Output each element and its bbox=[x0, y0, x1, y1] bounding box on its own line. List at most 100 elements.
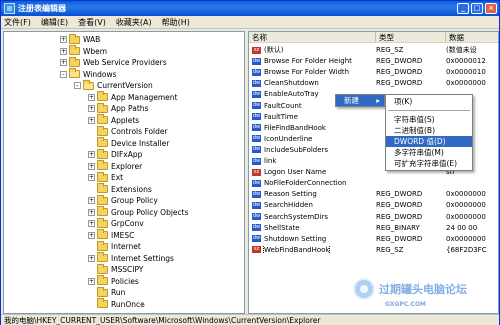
tree-item[interactable]: + Web Service Providers bbox=[60, 56, 167, 68]
value-name: ShellState bbox=[264, 223, 300, 232]
close-button[interactable]: × bbox=[485, 3, 497, 14]
tree-item[interactable]: + GrpConv bbox=[88, 217, 144, 229]
menu-file[interactable]: 文件(F) bbox=[4, 17, 31, 28]
value-row[interactable]: dw Browse For Folder Height REG_DWORD 0x000… bbox=[249, 56, 498, 66]
expand-icon[interactable]: + bbox=[88, 162, 95, 170]
expand-icon[interactable]: + bbox=[88, 116, 95, 124]
value-data: 0x0000000 bbox=[446, 190, 486, 199]
expand-icon[interactable]: + bbox=[88, 105, 95, 112]
watermark-text: 过期罐头电脑论坛 bbox=[379, 283, 467, 296]
collapse-icon[interactable]: - bbox=[60, 70, 67, 78]
tree-item[interactable]: + Internet Settings bbox=[88, 252, 174, 264]
submenu-item[interactable]: 可扩充字符串值(E) bbox=[386, 158, 472, 169]
title-bar[interactable]: 注册表编辑器 _ □ × bbox=[1, 1, 499, 16]
folder-icon bbox=[97, 194, 108, 205]
expand-icon[interactable]: + bbox=[88, 151, 95, 158]
value-type: REG_DWORD bbox=[376, 234, 423, 243]
value-data: {68F2D3FC bbox=[446, 245, 487, 254]
column-header-data[interactable]: 数据 bbox=[446, 32, 498, 43]
tree-item[interactable]: Extensions bbox=[88, 183, 152, 195]
key-tree-pane[interactable]: + WAB + Wbem + Web Service Providers - Windows -… bbox=[3, 31, 245, 314]
value-data: 0x0000000 bbox=[446, 212, 486, 221]
tree-item[interactable]: + Policies bbox=[88, 275, 139, 287]
binary-value-icon: dw bbox=[252, 157, 261, 165]
tree-item-label: Wbem bbox=[83, 46, 108, 56]
maximize-button[interactable]: □ bbox=[471, 3, 483, 14]
tree-item[interactable]: + DIFxApp bbox=[88, 148, 142, 160]
minimize-button[interactable]: _ bbox=[457, 3, 469, 14]
value-row[interactable]: sz (默认) REG_SZ (数值未设 bbox=[249, 45, 498, 55]
expand-icon[interactable]: + bbox=[88, 208, 95, 216]
tree-item[interactable]: + Applets bbox=[88, 114, 139, 126]
collapse-icon[interactable]: - bbox=[74, 82, 81, 89]
tree-item-label: Group Policy Objects bbox=[111, 207, 189, 217]
tree-item[interactable]: Controls Folder bbox=[88, 125, 168, 137]
tree-item[interactable]: Internet bbox=[88, 240, 141, 252]
value-row[interactable]: dw CleanShutdown REG_DWORD 0x0000000 bbox=[249, 78, 498, 88]
expand-icon[interactable]: + bbox=[88, 93, 95, 101]
tree-item[interactable]: - CurrentVersion bbox=[74, 79, 153, 91]
binary-value-icon: dw bbox=[252, 190, 261, 198]
expand-icon[interactable]: + bbox=[88, 277, 95, 285]
tree-item-label: App Paths bbox=[111, 104, 149, 113]
binary-value-icon: dw bbox=[252, 213, 261, 220]
context-menu-new[interactable]: 新建 ▸ bbox=[336, 95, 384, 106]
submenu-item[interactable]: 二进制值(B) bbox=[386, 125, 472, 136]
expand-icon[interactable]: + bbox=[88, 220, 95, 227]
menu-favorites[interactable]: 收藏夹(A) bbox=[116, 17, 152, 28]
tree-item[interactable]: + WAB bbox=[60, 33, 100, 45]
tree-item[interactable]: MSSCIPY bbox=[88, 263, 143, 275]
expand-icon[interactable]: + bbox=[88, 254, 95, 262]
expand-icon[interactable]: + bbox=[88, 174, 95, 181]
tree-item[interactable]: + IMESC bbox=[88, 229, 134, 241]
menu-help[interactable]: 帮助(H) bbox=[162, 17, 190, 28]
value-row[interactable]: dw ShellState REG_BINARY 24 00 00 bbox=[249, 223, 498, 233]
tree-item[interactable]: Run bbox=[88, 286, 125, 298]
value-row[interactable]: dw Reason Setting REG_DWORD 0x0000000 bbox=[249, 189, 498, 199]
tree-item-label: Policies bbox=[111, 276, 139, 286]
column-header-name[interactable]: 名称 bbox=[249, 32, 376, 43]
menu-edit[interactable]: 编辑(E) bbox=[41, 17, 68, 28]
tree-item[interactable]: + Group Policy bbox=[88, 194, 158, 206]
value-name: FileFindBandHook bbox=[264, 123, 326, 132]
tree-item-label: Controls Folder bbox=[111, 127, 168, 136]
folder-icon bbox=[83, 79, 94, 90]
tree-item[interactable]: Device Installer bbox=[88, 137, 170, 149]
value-row[interactable]: sz WebFindBandHook REG_SZ {68F2D3FC bbox=[249, 245, 498, 255]
expand-icon[interactable]: + bbox=[60, 36, 67, 43]
tree-item[interactable]: - Windows bbox=[60, 68, 116, 80]
value-row[interactable]: dw NoFileFolderConnection bbox=[249, 178, 498, 188]
value-row[interactable]: dw Shutdown Setting REG_DWORD 0x0000000 bbox=[249, 234, 498, 244]
regedit-icon bbox=[4, 3, 15, 14]
expand-icon[interactable]: + bbox=[60, 59, 67, 66]
tree-item[interactable]: + App Management bbox=[88, 91, 177, 103]
binary-value-icon: dw bbox=[252, 179, 261, 187]
menu-view[interactable]: 查看(V) bbox=[78, 17, 106, 28]
values-list-pane[interactable]: 名称 类型 数据 sz (默认) REG_SZ (数值未设 dw Browse For F… bbox=[248, 31, 499, 314]
value-row[interactable]: dw SearchSystemDirs REG_DWORD 0x0000000 bbox=[249, 212, 498, 222]
value-name: Shutdown Setting bbox=[264, 234, 327, 243]
tree-item[interactable]: + Group Policy Objects bbox=[88, 206, 189, 218]
no-expander bbox=[88, 128, 95, 135]
column-header-type[interactable]: 类型 bbox=[376, 32, 446, 43]
tree-item[interactable]: RunOnce bbox=[88, 298, 145, 310]
value-row[interactable]: dw Browse For Folder Width REG_DWORD 0x0000… bbox=[249, 67, 498, 77]
tree-item[interactable]: + Ext bbox=[88, 171, 123, 183]
expand-icon[interactable]: + bbox=[88, 197, 95, 204]
expand-icon[interactable]: + bbox=[88, 231, 95, 239]
no-expander bbox=[88, 289, 95, 296]
submenu-item[interactable]: 多字符串值(M) bbox=[386, 147, 472, 158]
submenu-item[interactable]: 字符串值(S) bbox=[386, 114, 472, 125]
tree-item[interactable]: + App Paths bbox=[88, 102, 149, 114]
submenu-item[interactable]: DWORD 值(D) bbox=[386, 136, 472, 147]
value-data: 24 00 00 bbox=[446, 223, 478, 232]
binary-value-icon: dw bbox=[252, 224, 261, 232]
value-row[interactable]: dw SearchHidden REG_DWORD 0x0000000 bbox=[249, 200, 498, 210]
tree-item[interactable]: + Explorer bbox=[88, 160, 142, 172]
tree-item-label: Device Installer bbox=[111, 138, 170, 148]
tree-item[interactable]: + Wbem bbox=[60, 45, 108, 57]
submenu-item[interactable]: 项(K) bbox=[386, 96, 472, 107]
no-expander bbox=[88, 266, 95, 273]
expand-icon[interactable]: + bbox=[60, 47, 67, 55]
no-expander bbox=[88, 301, 95, 308]
